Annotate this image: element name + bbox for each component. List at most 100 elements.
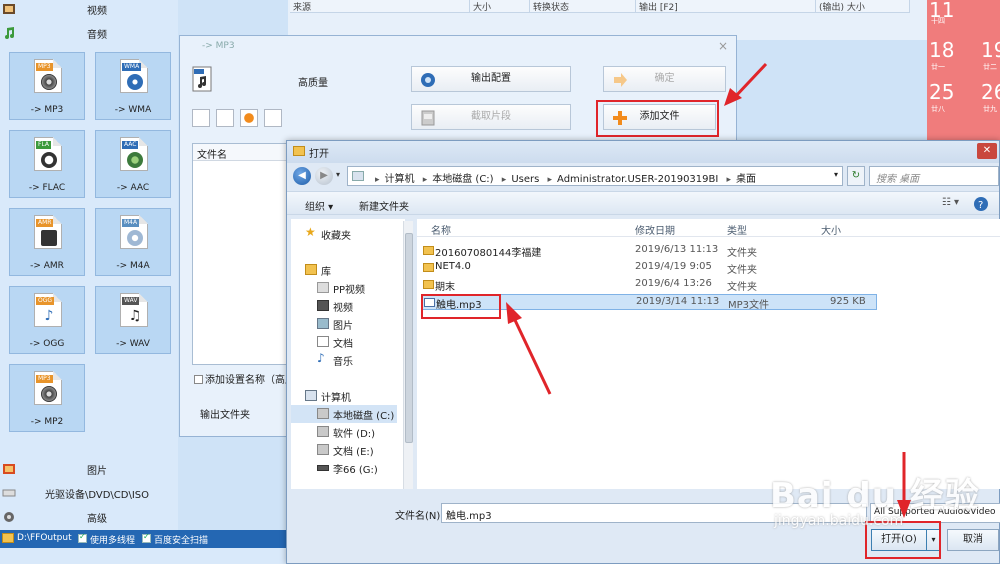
svg-text:?: ? bbox=[978, 200, 983, 211]
category-optical[interactable]: 光驱设备\DVD\CD\ISO bbox=[0, 484, 178, 502]
multithread-checkbox[interactable] bbox=[78, 532, 87, 543]
breadcrumb-desktop[interactable]: 桌面 bbox=[736, 174, 756, 185]
breadcrumb-computer[interactable]: 计算机 bbox=[385, 174, 415, 185]
arrow-right-icon bbox=[614, 73, 627, 87]
drive-icon bbox=[317, 408, 329, 419]
organize-button[interactable]: 组织 ▾ bbox=[305, 198, 333, 213]
tile-wav[interactable]: WAV ♫ -> WAV bbox=[95, 286, 171, 354]
clip-button[interactable]: 截取片段 bbox=[411, 104, 571, 130]
tile-aac[interactable]: AAC -> AAC bbox=[95, 130, 171, 198]
usb-drive-icon bbox=[317, 465, 329, 471]
new-file-icon[interactable] bbox=[192, 109, 210, 127]
output-config-button[interactable]: 输出配置 bbox=[411, 66, 571, 92]
col-status[interactable]: 转换状态 bbox=[530, 0, 636, 13]
arrow-to-add-file bbox=[724, 62, 768, 106]
tile-flac[interactable]: FLA -> FLAC bbox=[9, 130, 85, 198]
chevron-down-icon[interactable]: ▾ bbox=[834, 170, 838, 179]
cancel-button[interactable]: 取消 bbox=[947, 529, 999, 551]
scrollbar-thumb[interactable] bbox=[405, 233, 413, 443]
m4a-file-icon: M4A bbox=[120, 215, 148, 249]
calendar-lunar: 廿二 bbox=[983, 63, 997, 71]
calendar-lunar: 廿一 bbox=[931, 63, 945, 71]
view-options-icon[interactable]: ☷ ▾ bbox=[942, 197, 959, 208]
category-picture[interactable]: 图片 bbox=[0, 460, 178, 478]
selected-file-highlight-box bbox=[421, 294, 501, 319]
breadcrumb-admin[interactable]: Administrator.USER-20190319BI bbox=[557, 174, 718, 185]
address-row: ◀ ▶ ▾ ▸ 计算机 ▸ 本地磁盘 (C:) ▸ Users ▸ Administra… bbox=[287, 165, 999, 187]
col-modified[interactable]: 修改日期 bbox=[635, 222, 675, 237]
safe-scan-label: 百度安全扫描 bbox=[154, 536, 209, 546]
breadcrumb-c-drive[interactable]: 本地磁盘 (C:) bbox=[432, 174, 493, 185]
file-list-header: 文件名 bbox=[193, 144, 287, 161]
col-size[interactable]: 大小 bbox=[470, 0, 530, 13]
tile-mp2[interactable]: MP3 -> MP2 bbox=[9, 364, 85, 432]
dialog-title: -> MP3 bbox=[202, 41, 235, 51]
back-arrow-icon[interactable]: ◀ bbox=[293, 167, 311, 185]
tile-m4a[interactable]: M4A -> M4A bbox=[95, 208, 171, 276]
file-row[interactable]: 201607080144李福建 2019/6/13 11:13 文件夹 bbox=[421, 243, 877, 259]
tile-wma[interactable]: WMA -> WMA bbox=[95, 52, 171, 120]
category-audio[interactable]: 音频 bbox=[0, 24, 178, 42]
file-row[interactable]: 期末 2019/6/4 13:26 文件夹 bbox=[421, 277, 877, 293]
forward-arrow-icon[interactable]: ▶ bbox=[315, 167, 333, 185]
breadcrumb: ▸ 计算机 ▸ 本地磁盘 (C:) ▸ Users ▸ Administrator.US… bbox=[375, 174, 757, 185]
folder-icon bbox=[293, 146, 305, 156]
info-icon[interactable] bbox=[264, 109, 282, 127]
breadcrumb-users[interactable]: Users bbox=[511, 174, 539, 185]
folder-icon bbox=[423, 263, 434, 272]
ok-button[interactable]: 确定 bbox=[603, 66, 726, 92]
search-input[interactable]: 搜索 桌面 bbox=[869, 166, 999, 186]
calendar-day: 25 bbox=[929, 80, 955, 104]
folder-icon bbox=[423, 280, 434, 289]
add-file-highlight-box bbox=[596, 100, 719, 137]
set-name-option[interactable]: 添加设置名称（高质 bbox=[194, 371, 295, 386]
col-source[interactable]: 来源 bbox=[290, 0, 470, 13]
delete-icon[interactable] bbox=[216, 109, 234, 127]
col-output-size[interactable]: (输出) 大小 bbox=[816, 0, 910, 13]
folder-icon[interactable] bbox=[2, 533, 14, 543]
file-row[interactable]: NET4.0 2019/4/19 9:05 文件夹 bbox=[421, 260, 877, 276]
quality-label: 高质量 bbox=[298, 78, 328, 89]
category-advanced[interactable]: 高级 bbox=[0, 508, 178, 526]
address-bar[interactable]: ▸ 计算机 ▸ 本地磁盘 (C:) ▸ Users ▸ Administrator.US… bbox=[347, 166, 843, 186]
col-name[interactable]: 名称 bbox=[431, 222, 451, 237]
help-icon[interactable]: ? bbox=[973, 196, 989, 212]
open-dialog-titlebar[interactable]: 打开 ✕ bbox=[287, 141, 999, 163]
col-size[interactable]: 大小 bbox=[821, 222, 841, 237]
safe-scan-checkbox[interactable] bbox=[142, 532, 151, 543]
category-video[interactable]: 视频 bbox=[0, 0, 178, 18]
aac-file-icon: AAC bbox=[120, 137, 148, 171]
watermark-brand: Bai du 经验 bbox=[770, 476, 980, 516]
nav-c-drive[interactable]: 本地磁盘 (C:) bbox=[291, 405, 397, 423]
picture-library-icon bbox=[317, 318, 329, 329]
format-panel: 视频 音频 MP3 -> MP3 WMA -> WMA FLA -> FLAC … bbox=[0, 0, 178, 530]
col-type[interactable]: 类型 bbox=[727, 222, 747, 237]
refresh-icon[interactable]: ↻ bbox=[847, 166, 865, 186]
picture-category-icon bbox=[3, 464, 15, 474]
history-dropdown-icon[interactable]: ▾ bbox=[336, 170, 340, 179]
close-icon[interactable]: × bbox=[718, 39, 728, 53]
dialog-titlebar[interactable]: -> MP3 × bbox=[180, 36, 736, 58]
mp3-file-list[interactable]: 文件名 bbox=[192, 143, 288, 365]
wma-file-icon: WMA bbox=[120, 59, 148, 93]
output-path[interactable]: D:\FFOutput bbox=[17, 533, 72, 543]
amr-file-icon: AMR bbox=[34, 215, 62, 249]
drive-icon bbox=[317, 426, 329, 437]
navigation-pane: ★ 收藏夹 库 PP视频 视频 图片 文档 ♪ 音乐 计算机 本地磁盘 (C:)… bbox=[291, 219, 405, 489]
set-name-checkbox[interactable] bbox=[194, 375, 203, 384]
settings-disc-icon bbox=[421, 73, 435, 87]
tile-ogg[interactable]: OGG ♪ -> OGG bbox=[9, 286, 85, 354]
new-folder-button[interactable]: 新建文件夹 bbox=[359, 198, 409, 213]
tile-amr[interactable]: AMR -> AMR bbox=[9, 208, 85, 276]
optical-drive-icon bbox=[2, 489, 16, 497]
nav-scrollbar[interactable] bbox=[403, 221, 413, 489]
calendar-day: 26 bbox=[981, 80, 1000, 104]
flac-file-icon: FLA bbox=[34, 137, 62, 171]
gear-icon bbox=[4, 512, 14, 522]
close-icon[interactable]: ✕ bbox=[977, 143, 997, 159]
tile-mp3[interactable]: MP3 -> MP3 bbox=[9, 52, 85, 120]
calendar-day: 18 bbox=[929, 38, 955, 62]
play-icon[interactable] bbox=[240, 109, 258, 127]
multithread-label: 使用多线程 bbox=[90, 536, 136, 546]
col-output[interactable]: 输出 [F2] bbox=[636, 0, 816, 13]
